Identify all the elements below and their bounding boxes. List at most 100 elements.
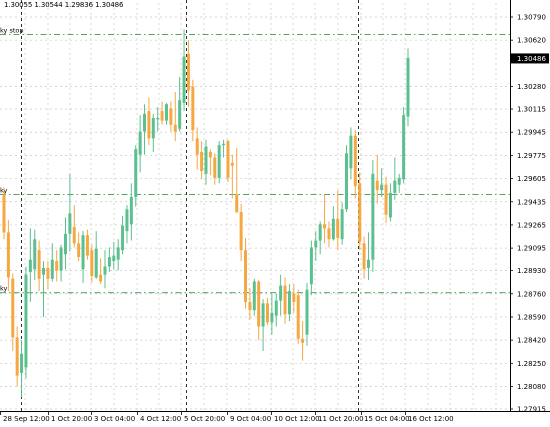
price-label: 1.28590 [517,313,546,321]
candle-body [362,243,366,270]
candle-body [305,289,309,335]
candle-body [244,250,248,302]
candle-body [366,259,370,268]
candle-body [103,266,107,275]
candle-body [406,57,410,117]
chart-window[interactable]: ky stopkyky 1.307901.306201.302801.30115… [0,0,550,427]
candlestick-chart[interactable]: ky stopkyky 1.307901.306201.302801.30115… [0,0,550,427]
candle-body [129,196,133,225]
time-axis[interactable]: 28 Sep 12:00 1 Oct 20:00 3 Oct 04:00 4 Oct … [0,411,550,423]
candle-body [301,338,305,343]
candle-body [222,143,226,146]
candle-body [182,56,186,103]
price-label: 1.29435 [517,198,546,206]
order-lines[interactable]: ky stopkyky [0,26,510,294]
price-label: 1.30620 [517,37,546,45]
price-label: 1.29945 [517,129,546,137]
candle-body [116,247,120,260]
price-label: 1.28760 [517,290,546,298]
candle-body [217,145,221,178]
candle-body [125,209,129,232]
time-label: 10 Oct 12:00 [274,415,320,423]
price-label: 1.28420 [517,337,546,345]
price-label: 1.27915 [517,406,546,414]
candle-body [309,247,313,285]
time-label: 16 Oct 12:00 [408,415,454,423]
candle-body [147,111,151,139]
candle-body [164,104,168,121]
candle-body [274,300,278,316]
candle-body [72,226,76,244]
candle-body [287,291,291,315]
candle-body [20,353,24,373]
candle-body [37,250,41,279]
candle-body [239,211,243,251]
candle-body [195,138,199,155]
candle-body [28,259,32,272]
candle-body [292,293,296,302]
candle-body [191,86,195,131]
candle-body [340,209,344,240]
ohlc-readout: 1.30055 1.30544 1.29836 1.30486 [4,1,124,9]
candle-body [173,124,177,132]
candle-body [68,213,72,234]
candle-body [169,108,173,125]
candle-body [33,239,37,270]
candle-body [77,243,81,257]
candle-body [349,135,353,169]
time-label: 3 Oct 04:00 [94,415,135,423]
price-label: 1.28080 [517,383,546,391]
candle-body [151,117,155,139]
candle-body [336,218,340,238]
candle-body [226,141,230,178]
grid [0,3,510,411]
candle-body [143,113,147,132]
candle-body [384,184,388,215]
candle-body [279,285,283,301]
candle-body [204,146,208,174]
price-label: 1.29095 [517,245,546,253]
price-label: 1.30790 [517,14,546,22]
price-label: 1.29775 [517,152,546,160]
candle-body [138,131,142,155]
time-label: 15 Oct 04:00 [364,415,410,423]
candle-body [81,235,85,270]
time-label: 5 Oct 20:00 [184,415,225,423]
candle-body [353,135,357,187]
candle-body [11,278,15,338]
candle-body [375,180,379,191]
candle-body [265,303,269,323]
time-label: 28 Sep 12:00 [3,415,50,423]
candle-body [200,151,204,172]
candle-body [90,250,94,277]
candle-body [85,235,89,256]
current-price-tag: 1.30486 [511,53,549,64]
candle-body [24,274,28,368]
price-label: 1.28250 [517,360,546,368]
candle-body [42,267,46,275]
candle-body [15,337,19,376]
price-label: 1.30280 [517,83,546,91]
candle-body [397,177,401,185]
candle-body [252,281,256,311]
candle-body [186,53,190,91]
candle-body [371,173,375,260]
candle-body [94,248,98,278]
time-label: 9 Oct 04:00 [230,415,271,423]
candle-body [230,162,234,166]
price-label: 1.29605 [517,175,546,183]
time-label: 4 Oct 12:00 [140,415,181,423]
candle-body [270,312,274,323]
candle-body [327,228,331,240]
candle-body [156,117,160,120]
candle-body [283,285,287,315]
candle-body [402,115,406,180]
time-label: 1 Oct 20:00 [51,415,92,423]
candle-body [121,225,125,251]
order-line-label: ky stop [0,26,23,34]
candles [2,29,410,398]
candle-body [112,255,116,262]
candle-body [59,247,63,271]
candle-body [107,256,111,267]
candle-body [63,233,67,255]
